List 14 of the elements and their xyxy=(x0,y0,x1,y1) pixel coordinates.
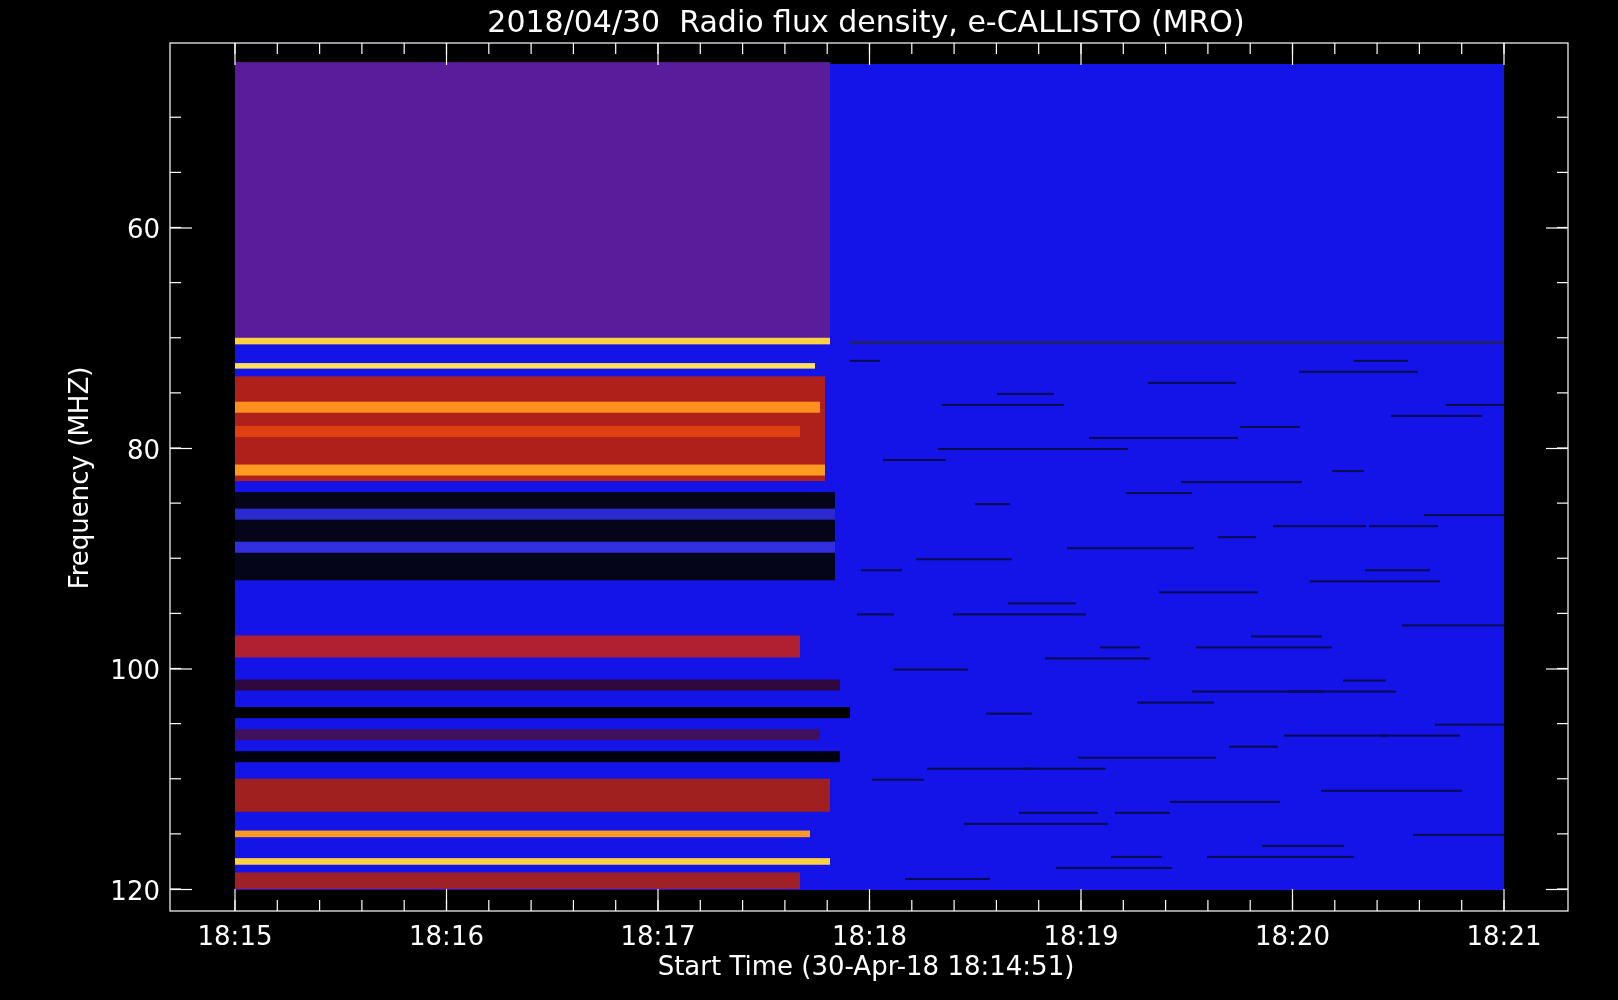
chart-title: 2018/04/30 Radio flux density, e-CALLISTO (MRO) xyxy=(487,4,1245,39)
tick-label: 18:15 xyxy=(197,921,273,951)
tick-label: 18:20 xyxy=(1255,921,1330,951)
tick-label: 18:16 xyxy=(409,921,484,951)
tick-label: 100 xyxy=(110,655,160,685)
tick-label: 18:18 xyxy=(832,921,907,951)
tick-label: 18:21 xyxy=(1466,921,1542,951)
tick-label: 80 xyxy=(126,434,160,465)
tick-label: 18:17 xyxy=(620,921,696,951)
axis-label: Frequency (MHZ) xyxy=(64,366,94,590)
axis-label: Start Time (30-Apr-18 18:14:51) xyxy=(657,951,1075,981)
tick-label: 18:19 xyxy=(1043,921,1119,951)
tick-label: 60 xyxy=(126,214,160,244)
tick-label: 120 xyxy=(110,875,160,906)
